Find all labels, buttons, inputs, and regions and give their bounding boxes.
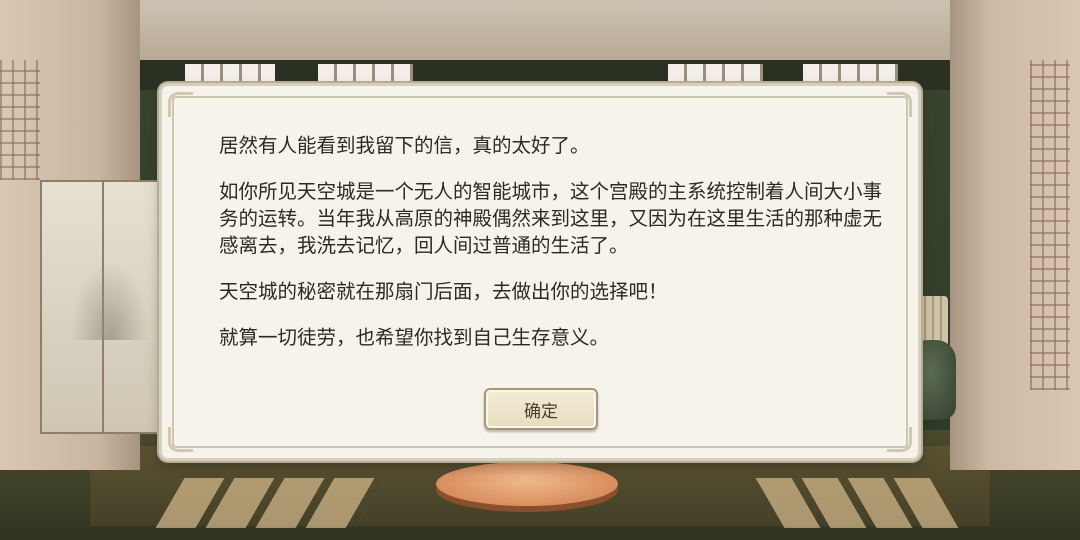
transom-window [803,64,898,82]
letter-text: 居然有人能看到我留下的信，真的太好了。 如你所见天空城是一个无人的智能城市，这个… [219,132,889,370]
sunlight-patch-right [755,478,965,528]
letter-paragraph-4: 就算一切徒劳，也希望你找到自己生存意义。 [219,326,610,349]
screen-painting [70,260,150,340]
confirm-button[interactable]: 确定 [484,388,598,430]
right-lattice [1030,60,1070,390]
sunlight-patch-left [155,478,385,528]
transom-window [668,64,763,82]
left-lattice [0,60,40,180]
floor-cushion [436,462,618,506]
frame-corner [168,92,193,117]
frame-corner [168,427,193,452]
transom-window [185,64,275,82]
frame-corner [887,427,912,452]
ceiling-panel [135,0,955,60]
letter-paragraph-2: 如你所见天空城是一个无人的智能城市，这个宫殿的主系统控制着人间大小事务的运转。当… [219,180,883,257]
frame-corner [887,92,912,117]
letter-paragraph-3: 天空城的秘密就在那扇门后面，去做出你的选择吧！ [219,280,668,303]
letter-paragraph-1: 居然有人能看到我留下的信，真的太好了。 [219,134,590,157]
letter-dialog: 居然有人能看到我留下的信，真的太好了。 如你所见天空城是一个无人的智能城市，这个… [162,86,918,458]
transom-window [318,64,413,82]
